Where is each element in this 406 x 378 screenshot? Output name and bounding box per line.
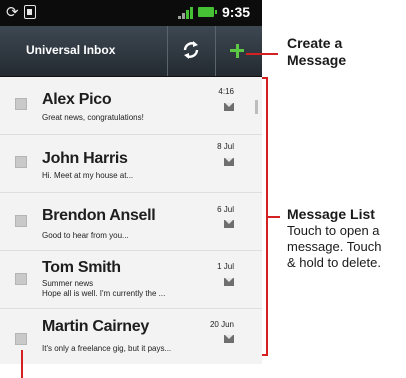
message-checkbox[interactable]	[15, 98, 27, 110]
status-time: 9:35	[222, 4, 251, 20]
message-checkbox[interactable]	[15, 273, 27, 285]
callout-list-body: Touch to open a message. Touch & hold to…	[287, 223, 382, 270]
compose-button[interactable]	[216, 26, 262, 76]
message-row[interactable]: John Harris Hi. Meet at my house at... 8…	[0, 135, 262, 193]
callout-create-line	[246, 53, 278, 55]
message-preview: Good to hear from you...	[42, 231, 129, 240]
signal-icon	[178, 7, 194, 19]
message-row[interactable]: Brendon Ansell Good to hear from you... …	[0, 193, 262, 251]
message-preview: Summer news Hope all is well. I'm curren…	[42, 279, 166, 298]
message-date: 4:16	[218, 87, 234, 96]
message-preview: It's only a freelance gig, but it pays..…	[42, 344, 172, 353]
message-row[interactable]: Martin Cairney It's only a freelance gig…	[0, 309, 262, 364]
scrollbar[interactable]	[255, 100, 258, 114]
callout-create-title: Create a Message	[287, 35, 347, 68]
plus-icon-stem	[235, 43, 239, 58]
message-preview: Hi. Meet at my house at...	[42, 171, 134, 180]
page-title: Universal Inbox	[26, 43, 116, 57]
message-date: 8 Jul	[217, 142, 234, 151]
message-date: 20 Jun	[209, 320, 234, 329]
status-bar: ⟳ 9:35	[0, 0, 262, 26]
refresh-icon	[183, 41, 199, 59]
callout-list-line	[268, 216, 280, 218]
message-checkbox[interactable]	[15, 215, 27, 227]
message-date: 1 Jul	[217, 262, 234, 271]
message-sender: Martin Cairney	[42, 318, 149, 335]
refresh-button[interactable]	[168, 26, 214, 76]
envelope-icon	[224, 103, 234, 111]
envelope-icon	[224, 220, 234, 228]
message-sender: Brendon Ansell	[42, 207, 156, 224]
envelope-icon	[224, 158, 234, 166]
phone-screen: ⟳ 9:35 Universal Inbox Alex Pico Great n…	[0, 0, 262, 364]
app-header: Universal Inbox	[0, 26, 262, 77]
envelope-icon	[224, 278, 234, 286]
message-sender: Tom Smith	[42, 259, 121, 276]
callout-bottom-line	[21, 350, 23, 378]
message-row[interactable]: Alex Pico Great news, congratulations! 4…	[0, 77, 262, 135]
sim-icon	[24, 5, 36, 19]
message-sender: Alex Pico	[42, 91, 112, 108]
message-row[interactable]: Tom Smith Summer news Hope all is well. …	[0, 251, 262, 309]
message-checkbox[interactable]	[15, 333, 27, 345]
message-checkbox[interactable]	[15, 156, 27, 168]
message-preview: Great news, congratulations!	[42, 113, 144, 122]
callout-list-title: Message List	[287, 206, 375, 222]
envelope-icon	[224, 335, 234, 343]
message-sender: John Harris	[42, 150, 128, 167]
battery-icon	[198, 7, 217, 17]
message-date: 6 Jul	[217, 205, 234, 214]
sync-icon: ⟳	[6, 4, 19, 21]
